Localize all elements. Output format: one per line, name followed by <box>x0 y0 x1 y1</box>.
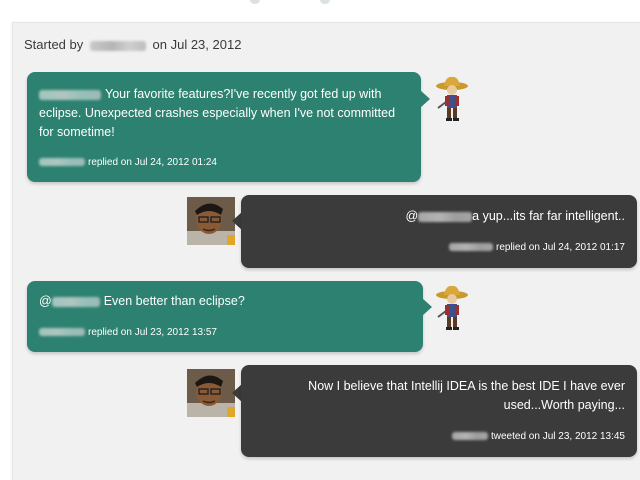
top-decoration <box>250 0 390 6</box>
message-bubble-3: @ Even better than eclipse? replied on Ju… <box>27 281 423 352</box>
message-bubble-1: Your favorite features?I've recently got… <box>27 72 421 182</box>
person-avatar[interactable] <box>187 197 235 245</box>
message-text: @ Even better than eclipse? <box>39 294 245 308</box>
message-meta: replied on Jul 24, 2012 01:17 <box>449 241 625 255</box>
redacted-username <box>39 328 85 337</box>
message-bubble-2: @ a yup...its far far intelligent.. repli… <box>241 195 637 268</box>
message-meta: tweeted on Jul 23, 2012 13:45 <box>452 430 625 444</box>
top-strip <box>0 0 640 22</box>
redacted-mention[interactable] <box>39 89 101 100</box>
redacted-username <box>449 243 493 252</box>
cowboy-avatar[interactable] <box>428 283 476 331</box>
message-text: Your favorite features?I've recently got… <box>39 87 396 139</box>
redacted-mention[interactable] <box>418 211 473 222</box>
redacted-username <box>452 432 488 441</box>
cowboy-avatar[interactable] <box>428 74 476 122</box>
message-text: @ a yup...its far far intelligent.. <box>405 209 625 223</box>
thread-started-line: Started by on Jul 23, 2012 <box>24 37 241 52</box>
message-bubble-4: Now I believe that Intellij IDEA is the … <box>241 365 637 457</box>
started-suffix: on Jul 23, 2012 <box>152 37 242 52</box>
redacted-username <box>89 40 146 51</box>
message-meta: replied on Jul 24, 2012 01:24 <box>39 156 217 170</box>
message-text: Now I believe that Intellij IDEA is the … <box>308 379 625 412</box>
person-avatar[interactable] <box>187 369 235 417</box>
redacted-username <box>39 158 85 167</box>
started-prefix: Started by <box>24 37 84 52</box>
redacted-mention[interactable] <box>51 296 100 307</box>
message-meta: replied on Jul 23, 2012 13:57 <box>39 326 217 340</box>
